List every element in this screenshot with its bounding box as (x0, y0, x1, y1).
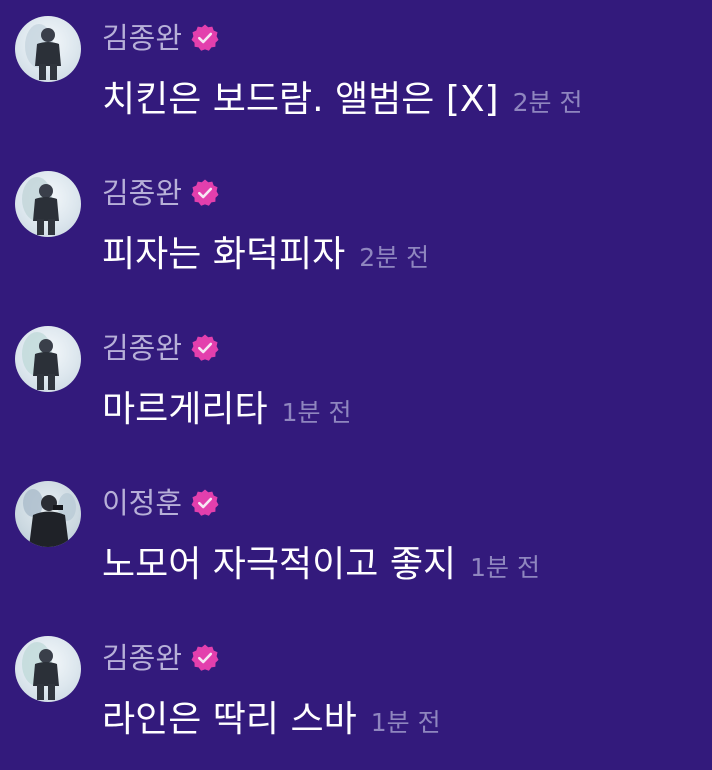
avatar[interactable] (15, 171, 81, 237)
message-body: 마르게리타 1분 전 (102, 383, 351, 437)
person-photo-icon (25, 24, 61, 80)
message-body: 라인은 딱리 스바 1분 전 (102, 693, 441, 747)
message-timestamp: 1분 전 (281, 398, 352, 427)
message-text: 피자는 화덕피자 (102, 234, 346, 275)
chat-message: 이정훈 노모어 자극적이고 좋지 1분 전 (0, 465, 712, 615)
avatar[interactable] (15, 16, 81, 82)
message-text: 노모어 자극적이고 좋지 (102, 544, 457, 585)
message-timestamp: 2분 전 (512, 88, 583, 117)
chat-message: 김종완 마르게리타 1분 전 (0, 310, 712, 460)
sender-row: 김종완 (102, 16, 220, 60)
person-photo-icon (22, 177, 59, 235)
sender-name[interactable]: 김종완 (102, 326, 182, 370)
verified-badge-icon (190, 643, 220, 673)
person-photo-icon (22, 642, 59, 700)
sender-row: 김종완 (102, 326, 220, 370)
message-text: 라인은 딱리 스바 (102, 699, 357, 740)
avatar[interactable] (15, 481, 81, 547)
verified-badge-icon (190, 333, 220, 363)
message-body: 피자는 화덕피자 2분 전 (102, 228, 429, 282)
chat-message: 김종완 피자는 화덕피자 2분 전 (0, 155, 712, 305)
verified-badge-icon (190, 488, 220, 518)
message-text: 마르게리타 (102, 389, 268, 430)
sender-name[interactable]: 김종완 (102, 16, 182, 60)
message-body: 치킨은 보드람. 앨범은 [X] 2분 전 (102, 73, 582, 127)
sender-row: 이정훈 (102, 481, 220, 525)
sender-row: 김종완 (102, 636, 220, 680)
avatar[interactable] (15, 636, 81, 702)
sender-name[interactable]: 김종완 (102, 171, 182, 215)
sender-name[interactable]: 이정훈 (102, 481, 182, 525)
chat-message: 김종완 라인은 딱리 스바 1분 전 (0, 620, 712, 770)
message-body: 노모어 자극적이고 좋지 1분 전 (102, 538, 540, 592)
message-text: 치킨은 보드람. 앨범은 [X] (102, 79, 499, 120)
message-timestamp: 1분 전 (470, 553, 540, 582)
chat-message: 김종완 치킨은 보드람. 앨범은 [X] 2분 전 (0, 0, 712, 150)
person-photo-icon (23, 489, 76, 547)
sender-row: 김종완 (102, 171, 220, 215)
avatar[interactable] (15, 326, 81, 392)
person-photo-icon (22, 332, 59, 390)
chat-feed: 김종완 치킨은 보드람. 앨범은 [X] 2분 전 김종완 피자는 화덕피자 2… (0, 0, 712, 740)
verified-badge-icon (190, 178, 220, 208)
message-timestamp: 2분 전 (359, 243, 430, 272)
verified-badge-icon (190, 23, 220, 53)
message-timestamp: 1분 전 (370, 708, 441, 737)
sender-name[interactable]: 김종완 (102, 636, 182, 680)
